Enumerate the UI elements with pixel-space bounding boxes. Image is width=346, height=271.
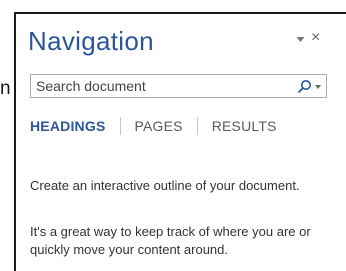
search-box[interactable] — [30, 74, 327, 98]
search-icon[interactable] — [297, 79, 312, 94]
headings-empty-message: Create an interactive outline of your do… — [30, 178, 300, 193]
tab-results[interactable]: RESULTS — [212, 118, 277, 134]
chevron-down-icon[interactable] — [315, 85, 321, 89]
navigation-pane: Navigation × HEADINGS PAGES RESULTS Crea… — [14, 12, 346, 271]
tab-divider — [119, 117, 121, 135]
headings-help-message: It's a great way to keep track of where … — [30, 224, 311, 257]
tab-pages[interactable]: PAGES — [135, 118, 183, 134]
tab-divider — [196, 117, 198, 135]
tab-headings[interactable]: HEADINGS — [30, 118, 106, 134]
pane-title: Navigation — [28, 26, 154, 56]
truncated-margin-text: n — [0, 78, 11, 99]
search-input[interactable] — [31, 75, 286, 97]
tab-bar: HEADINGS PAGES RESULTS — [30, 114, 277, 138]
close-icon[interactable]: × — [311, 30, 320, 46]
pane-options-icon[interactable] — [296, 35, 305, 44]
